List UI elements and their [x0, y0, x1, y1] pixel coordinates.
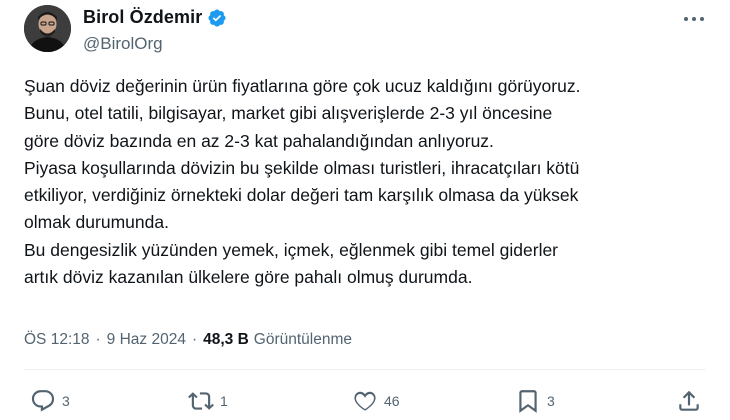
tweet-text: Şuan döviz değerinin ürün fiyatlarına gö…	[24, 73, 710, 291]
reply-count: 3	[62, 393, 70, 409]
tweet-line: göre döviz bazında en az 2-3 kat pahalan…	[24, 130, 494, 151]
views-count: 48,3 B	[203, 331, 249, 348]
reply-icon	[31, 390, 55, 412]
tweet-line: Piyasa koşullarında dövizin bu şekilde o…	[24, 157, 580, 178]
tweet-line: Şuan döviz değerinin ürün fiyatlarına gö…	[24, 76, 581, 96]
heart-icon	[354, 391, 376, 411]
bookmark-button[interactable]: 3	[515, 388, 555, 414]
retweet-button[interactable]: 1	[188, 388, 228, 414]
tweet-line: etkiliyor, verdiğiniz örnekteki dolar de…	[24, 185, 579, 206]
tweet-metadata: ÖS 12:18 · 9 Haz 2024 · 48,3 B Görüntüle…	[24, 331, 352, 349]
like-button[interactable]: 46	[352, 388, 400, 414]
tweet-line: olmak durumunda.	[24, 212, 169, 233]
tweet-line: artık döviz kazanılan ülkelere göre paha…	[24, 267, 473, 288]
more-options-icon[interactable]	[680, 10, 708, 28]
verified-badge-icon	[208, 8, 226, 27]
views-label: Görüntülenme	[253, 331, 353, 348]
author-handle[interactable]: @BirolOrg	[83, 34, 163, 54]
action-bar: 3 1 46 3	[0, 388, 730, 418]
person-avatar-icon	[24, 5, 71, 52]
avatar[interactable]	[24, 5, 71, 52]
author-name-row[interactable]: Birol Özdemir	[83, 7, 227, 28]
bookmark-icon	[519, 390, 537, 413]
retweet-count: 1	[220, 393, 228, 409]
tweet-date[interactable]: 9 Haz 2024	[107, 331, 186, 349]
tweet-time[interactable]: ÖS 12:18	[24, 331, 90, 349]
reply-button[interactable]: 3	[30, 388, 70, 414]
meta-separator: ·	[191, 331, 198, 348]
tweet-line: Bu dengesizlik yüzünden yemek, içmek, eğ…	[24, 239, 559, 260]
tweet-line: Bunu, otel tatili, bilgisayar, market gi…	[24, 103, 553, 124]
share-icon	[679, 390, 699, 411]
retweet-icon	[188, 392, 214, 410]
author-display-name[interactable]: Birol Özdemir	[83, 7, 202, 28]
bookmark-count: 3	[547, 393, 555, 409]
like-count: 46	[384, 393, 400, 409]
share-button[interactable]	[676, 388, 702, 414]
divider	[24, 369, 706, 370]
meta-separator: ·	[95, 331, 101, 348]
